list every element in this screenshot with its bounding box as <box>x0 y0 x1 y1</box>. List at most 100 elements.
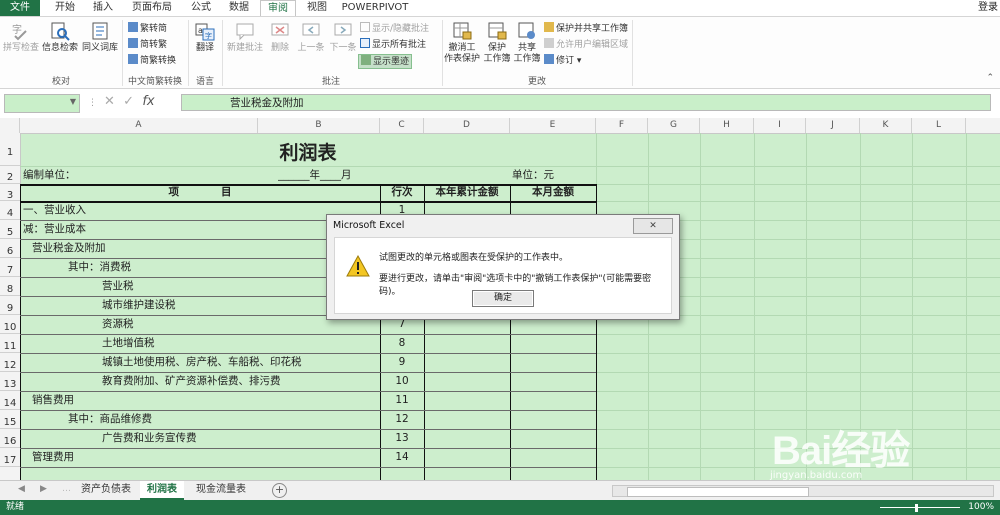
tab-file[interactable]: 文件 <box>0 0 40 16</box>
column-header-F[interactable]: F <box>596 118 648 133</box>
item-line[interactable]: 8 <box>380 334 424 353</box>
header-item[interactable]: 项 目 <box>20 184 380 201</box>
sheet-tab-balance[interactable]: 资产负债表 <box>74 481 138 498</box>
row-header-17[interactable]: 17 <box>0 448 20 467</box>
column-header-D[interactable]: D <box>424 118 510 133</box>
column-header-G[interactable]: G <box>648 118 700 133</box>
ok-button[interactable]: 确定 <box>472 290 534 307</box>
delete-comment-button[interactable]: 删除 <box>266 21 294 54</box>
tab-review[interactable]: 审阅 <box>260 0 296 16</box>
header-line[interactable]: 行次 <box>380 184 424 201</box>
unprotect-sheet-button[interactable]: 撤消工 作表保护 <box>444 21 480 65</box>
header-month[interactable]: 本月金额 <box>510 184 596 201</box>
trad-to-simp-button[interactable]: 繁转简 <box>128 22 167 35</box>
login-link[interactable]: 登录 <box>978 0 998 16</box>
protect-share-workbook-button[interactable]: 保护并共享工作簿 <box>544 22 628 35</box>
allow-edit-ranges-button[interactable]: 允许用户编辑区域 <box>544 38 628 51</box>
row-header-6[interactable]: 6 <box>0 239 20 258</box>
sheet-tab-cashflow[interactable]: 现金流量表 <box>188 481 254 498</box>
column-header-A[interactable]: A <box>20 118 258 133</box>
new-comment-button[interactable]: 新建批注 <box>224 21 266 54</box>
column-header-K[interactable]: K <box>860 118 912 133</box>
header-ytd[interactable]: 本年累计金额 <box>424 184 510 201</box>
add-sheet-button[interactable]: + <box>272 483 287 498</box>
row-header-10[interactable]: 10 <box>0 315 20 334</box>
row-header-4[interactable]: 4 <box>0 201 20 220</box>
prev-comment-button[interactable]: 上一条 <box>294 21 328 54</box>
select-all-corner[interactable] <box>0 118 20 133</box>
tab-view[interactable]: 视图 <box>300 0 334 16</box>
row-header-13[interactable]: 13 <box>0 372 20 391</box>
sheet-tab-income[interactable]: 利润表 <box>140 481 184 500</box>
row-header-16[interactable]: 16 <box>0 429 20 448</box>
thesaurus-button[interactable]: 同义词库 <box>80 21 120 54</box>
chinese-convert-button[interactable]: 简繁转换 <box>128 54 176 67</box>
tab-home[interactable]: 开始 <box>48 0 82 16</box>
row-header-1[interactable]: 1 <box>0 133 20 166</box>
row-header-11[interactable]: 11 <box>0 334 20 353</box>
item-line[interactable]: 12 <box>380 410 424 429</box>
prev-sheet-icon[interactable]: ◀ <box>18 484 25 494</box>
zoom-slider[interactable] <box>880 507 960 508</box>
next-comment-button[interactable]: 下一条 <box>328 21 358 54</box>
row-header-5[interactable]: 5 <box>0 220 20 239</box>
company-label[interactable]: 编制单位： <box>23 166 163 184</box>
dialog-close-button[interactable]: ✕ <box>633 218 673 234</box>
formula-input[interactable]: 营业税金及附加 <box>181 94 991 111</box>
share-workbook-button[interactable]: 共享 工作簿 <box>512 21 542 65</box>
cancel-icon[interactable]: ✕ <box>104 94 115 109</box>
next-sheet-icon[interactable]: ▶ <box>40 484 47 494</box>
unit-label[interactable]: 单位：元 <box>512 166 592 184</box>
translate-button[interactable]: a字 翻译 <box>190 21 220 54</box>
item-line[interactable]: 10 <box>380 372 424 391</box>
tab-formulas[interactable]: 公式 <box>184 0 218 16</box>
row-header-9[interactable]: 9 <box>0 296 20 315</box>
column-header-C[interactable]: C <box>380 118 424 133</box>
item-label[interactable]: 销售费用 <box>32 391 380 410</box>
item-label[interactable]: 土地增值税 <box>102 334 380 353</box>
tab-insert[interactable]: 插入 <box>86 0 120 16</box>
column-header-H[interactable]: H <box>700 118 754 133</box>
name-box[interactable]: ▼ <box>4 94 80 113</box>
tab-powerpivot[interactable]: POWERPIVOT <box>340 0 410 16</box>
item-label[interactable]: 其中：商品维修费 <box>68 410 380 429</box>
research-button[interactable]: 信息检索 <box>40 21 80 54</box>
item-label[interactable]: 城镇土地使用税、房产税、车船税、印花税 <box>102 353 380 372</box>
sheet-tab-more-icon[interactable]: … <box>62 484 71 494</box>
show-all-comments-button[interactable]: 显示所有批注 <box>360 38 426 51</box>
row-header-2[interactable]: 2 <box>0 166 20 184</box>
column-header-B[interactable]: B <box>258 118 380 133</box>
sheet-title[interactable]: 利润表 <box>20 133 596 166</box>
item-line[interactable]: 13 <box>380 429 424 448</box>
item-label[interactable]: 广告费和业务宣传费 <box>102 429 380 448</box>
row-header-12[interactable]: 12 <box>0 353 20 372</box>
item-line[interactable]: 14 <box>380 448 424 467</box>
insert-function-icon[interactable]: fx <box>142 94 154 109</box>
spell-check-button[interactable]: 字 拼写检查 <box>2 21 40 54</box>
column-header-I[interactable]: I <box>754 118 806 133</box>
collapse-ribbon-icon[interactable]: ⌃ <box>986 73 994 83</box>
item-line[interactable]: 11 <box>380 391 424 410</box>
show-hide-comment-button[interactable]: 显示/隐藏批注 <box>360 22 429 35</box>
protect-workbook-button[interactable]: 保护 工作簿 <box>482 21 512 65</box>
tab-page-layout[interactable]: 页面布局 <box>126 0 178 16</box>
row-header-3[interactable]: 3 <box>0 184 20 201</box>
column-header-J[interactable]: J <box>806 118 860 133</box>
row-header-8[interactable]: 8 <box>0 277 20 296</box>
show-ink-button[interactable]: 显示墨迹 <box>358 54 413 69</box>
simp-to-trad-button[interactable]: 简转繁 <box>128 38 167 51</box>
row-header-7[interactable]: 7 <box>0 258 20 277</box>
enter-icon[interactable]: ✓ <box>123 94 134 109</box>
row-header-15[interactable]: 15 <box>0 410 20 429</box>
column-header-L[interactable]: L <box>912 118 966 133</box>
item-label[interactable]: 教育费附加、矿产资源补偿费、排污费 <box>102 372 380 391</box>
tab-data[interactable]: 数据 <box>222 0 256 16</box>
column-header-E[interactable]: E <box>510 118 596 133</box>
zoom-slider-thumb[interactable] <box>915 504 918 512</box>
row-header-14[interactable]: 14 <box>0 391 20 410</box>
date-label[interactable]: ______年____月 <box>278 166 408 184</box>
zoom-level[interactable]: 100% <box>968 500 994 515</box>
item-label[interactable]: 管理费用 <box>32 448 380 467</box>
item-line[interactable]: 9 <box>380 353 424 372</box>
track-changes-button[interactable]: 修订 ▾ <box>544 54 581 67</box>
